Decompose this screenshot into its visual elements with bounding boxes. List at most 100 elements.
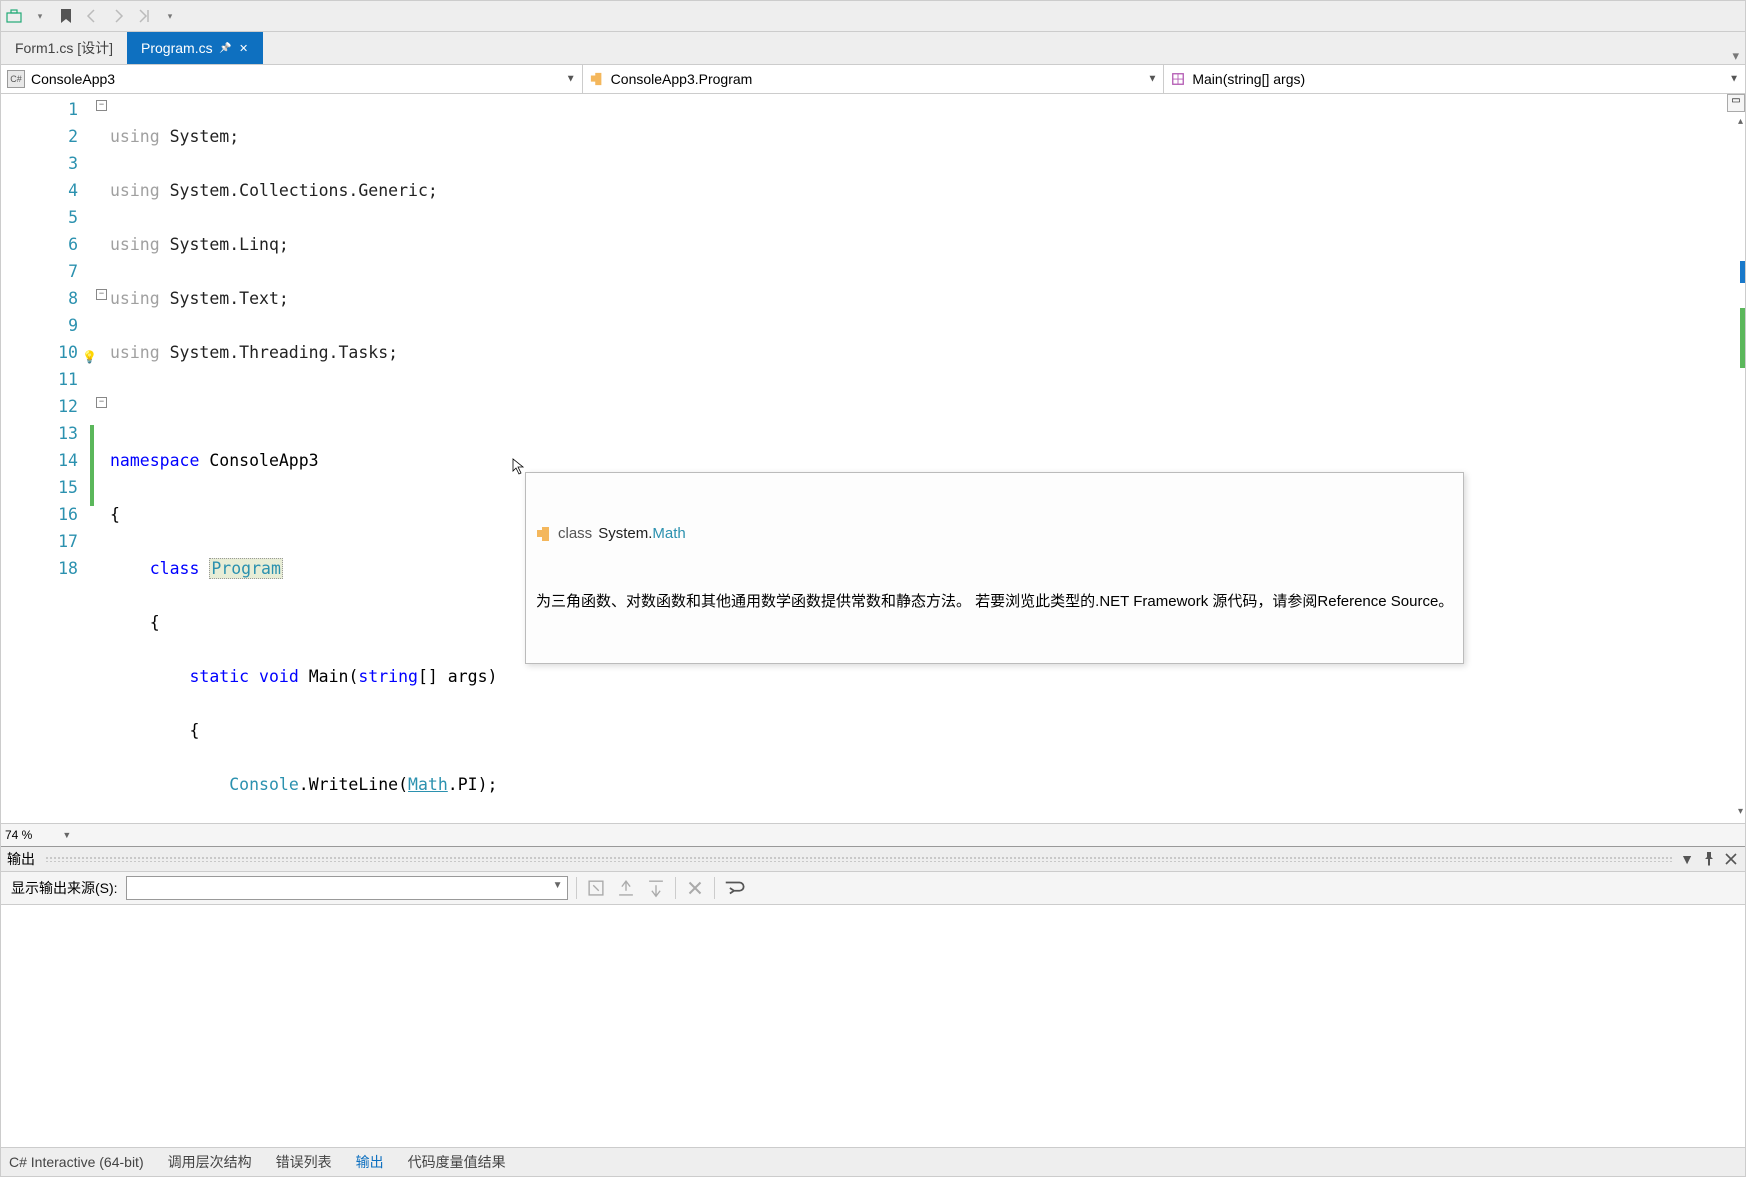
class-icon xyxy=(589,71,605,87)
output-panel-header: 输出 ▼ xyxy=(1,847,1745,872)
output-source-combo[interactable]: ▼ xyxy=(126,876,568,900)
line-number: 12 xyxy=(1,393,96,420)
code-line: using System; xyxy=(110,123,1745,150)
bottom-tab-code-metrics[interactable]: 代码度量值结果 xyxy=(408,1152,506,1172)
output-panel-title: 输出 xyxy=(7,849,35,869)
method-icon xyxy=(1170,71,1186,87)
next-message-icon[interactable] xyxy=(645,877,667,899)
chevron-down-icon: ▼ xyxy=(566,74,576,85)
tooltip-symbol: Math xyxy=(652,525,685,542)
separator xyxy=(714,877,715,899)
line-number: 1 xyxy=(1,96,96,123)
intellisense-tooltip: class System.Math 为三角函数、对数函数和其他通用数学函数提供常… xyxy=(525,472,1464,664)
bookmark-icon[interactable] xyxy=(57,7,75,25)
line-number-gutter: 1 2 3 4 5 6 7 8 9 10💡 11 12 13 14 15 16 … xyxy=(1,94,96,823)
line-number: 13 xyxy=(1,420,96,447)
nav-method-dropdown[interactable]: Main(string[] args) ▼ xyxy=(1164,65,1745,93)
panel-dropdown-icon[interactable]: ▼ xyxy=(1679,851,1695,867)
output-content[interactable] xyxy=(1,905,1745,1147)
line-number: 15 xyxy=(1,474,96,501)
fold-toggle[interactable] xyxy=(96,397,107,408)
pin-icon[interactable] xyxy=(221,43,231,53)
class-icon xyxy=(536,526,552,542)
document-tab-strip: Form1.cs [设计] Program.cs ▾ xyxy=(1,32,1745,65)
line-number: 5 xyxy=(1,204,96,231)
output-toolbar: 显示输出来源(S): ▼ xyxy=(1,872,1745,905)
line-number: 11 xyxy=(1,366,96,393)
line-number: 17 xyxy=(1,528,96,555)
line-number: 6 xyxy=(1,231,96,258)
line-number: 9 xyxy=(1,312,96,339)
line-number: 14 xyxy=(1,447,96,474)
editor-zoom-bar: 74 % ▼ xyxy=(1,823,1745,846)
tab-program-cs[interactable]: Program.cs xyxy=(127,32,263,64)
line-number: 10💡 xyxy=(1,339,96,366)
bottom-tab-csharp-interactive[interactable]: C# Interactive (64-bit) xyxy=(9,1154,144,1170)
tab-overflow-icon[interactable]: ▾ xyxy=(1726,48,1745,64)
line-number: 2 xyxy=(1,123,96,150)
bottom-tool-tabs: C# Interactive (64-bit) 调用层次结构 错误列表 输出 代… xyxy=(1,1147,1745,1176)
fold-toggle[interactable] xyxy=(96,289,107,300)
prev-message-icon[interactable] xyxy=(615,877,637,899)
nav-class-dropdown[interactable]: ConsoleApp3.Program ▼ xyxy=(583,65,1165,93)
tooltip-description: 为三角函数、对数函数和其他通用数学函数提供常数和静态方法。 若要浏览此类型的.N… xyxy=(536,591,1453,613)
code-editor[interactable]: 1 2 3 4 5 6 7 8 9 10💡 11 12 13 14 15 16 … xyxy=(1,94,1745,823)
fold-toggle[interactable] xyxy=(96,100,107,111)
overview-ruler xyxy=(1737,94,1745,823)
bottom-tab-call-hierarchy[interactable]: 调用层次结构 xyxy=(168,1152,252,1172)
pin-icon[interactable] xyxy=(1701,851,1717,867)
tab-label: Program.cs xyxy=(141,40,213,56)
chevron-down-icon[interactable]: ▼ xyxy=(62,830,71,840)
line-number: 18 xyxy=(1,555,96,582)
output-panel: 输出 ▼ 显示输出来源(S): ▼ xyxy=(1,846,1745,1147)
code-line: { xyxy=(110,717,1745,744)
csharp-project-icon: C# xyxy=(7,70,25,88)
nav-fwd-icon[interactable] xyxy=(109,7,127,25)
code-line: static void Main(string[] args) xyxy=(110,663,1745,690)
clear-all-icon[interactable] xyxy=(684,877,706,899)
toggle-wrap-icon[interactable] xyxy=(723,877,745,899)
toolbar-dropdown-icon[interactable]: ▾ xyxy=(31,7,49,25)
nav-project-label: ConsoleApp3 xyxy=(31,71,115,87)
close-icon[interactable] xyxy=(1723,851,1739,867)
nav-class-label: ConsoleApp3.Program xyxy=(611,71,753,87)
visual-studio-editor: ▾ ▾ Form1.cs [设计] Program.cs ▾ C# Co xyxy=(0,0,1746,1177)
navigation-bar: C# ConsoleApp3 ▼ ConsoleApp3.Program ▼ M… xyxy=(1,65,1745,94)
output-source-label: 显示输出来源(S): xyxy=(11,878,118,898)
code-line: using System.Linq; xyxy=(110,231,1745,258)
change-marker xyxy=(90,425,94,506)
fold-column xyxy=(96,94,110,823)
toolbar-overflow-icon[interactable]: ▾ xyxy=(161,7,179,25)
goto-message-icon[interactable] xyxy=(585,877,607,899)
zoom-level[interactable]: 74 % xyxy=(5,828,32,842)
code-content[interactable]: using System; using System.Collections.G… xyxy=(110,94,1745,823)
nav-fwd-end-icon[interactable] xyxy=(135,7,153,25)
overview-mark xyxy=(1740,308,1745,368)
chevron-down-icon: ▼ xyxy=(1147,74,1157,85)
editor-toolbar: ▾ ▾ xyxy=(1,1,1745,32)
panel-grip[interactable] xyxy=(45,856,1673,862)
tooltip-namespace: System. xyxy=(598,525,652,542)
code-line: namespace ConsoleApp3 xyxy=(110,447,1745,474)
chevron-down-icon: ▼ xyxy=(1729,74,1739,85)
line-number: 8 xyxy=(1,285,96,312)
chevron-down-icon: ▼ xyxy=(553,880,563,891)
overview-mark xyxy=(1740,261,1745,283)
separator xyxy=(675,877,676,899)
nav-project-dropdown[interactable]: C# ConsoleApp3 ▼ xyxy=(1,65,583,93)
tooltip-kind: class xyxy=(558,523,592,545)
nav-method-label: Main(string[] args) xyxy=(1192,71,1305,87)
tab-label: Form1.cs [设计] xyxy=(15,38,113,58)
close-icon[interactable] xyxy=(239,43,249,53)
bottom-tab-error-list[interactable]: 错误列表 xyxy=(276,1152,332,1172)
lightbulb-icon[interactable]: 💡 xyxy=(82,344,94,356)
line-number: 16 xyxy=(1,501,96,528)
nav-back-icon[interactable] xyxy=(83,7,101,25)
code-line: using System.Collections.Generic; xyxy=(110,177,1745,204)
toolbox-icon[interactable] xyxy=(5,7,23,25)
code-line: Console.WriteLine(Math.PI); xyxy=(110,771,1745,798)
code-line: using System.Threading.Tasks; xyxy=(110,339,1745,366)
separator xyxy=(576,877,577,899)
tab-form1-designer[interactable]: Form1.cs [设计] xyxy=(1,32,127,64)
bottom-tab-output[interactable]: 输出 xyxy=(356,1152,384,1172)
